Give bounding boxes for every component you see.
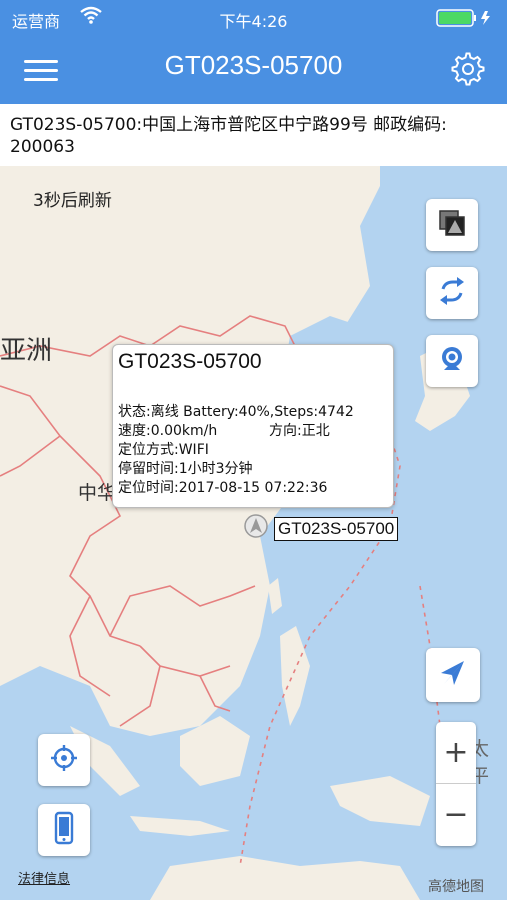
legal-info-link[interactable]: 法律信息 [18, 868, 70, 887]
gear-icon[interactable] [451, 52, 485, 90]
locate-time-line: 定位时间:2017-08-15 07:22:36 [118, 480, 328, 496]
direction-line: 方向:正北 [269, 423, 330, 439]
stay-time-line: 停留时间:1小时3分钟 [118, 461, 253, 477]
layers-icon [437, 208, 467, 242]
status-bar: 运营商 下午4:26 [0, 0, 507, 36]
speed-line: 速度:0.00km/h [118, 423, 218, 439]
zoom-out-button[interactable]: − [436, 784, 476, 845]
crosshair-icon [49, 743, 79, 777]
nav-bar: GT023S-05700 [0, 36, 507, 104]
locate-method-line: 定位方式:WIFI [118, 442, 209, 458]
refresh-countdown: 3秒后刷新 [33, 191, 112, 211]
device-info-popup[interactable]: GT023S-05700 状态:离线 Battery:40%,Steps:474… [112, 344, 394, 508]
status-line: 状态:离线 Battery:40%,Steps:4742 [118, 404, 354, 420]
popup-title: GT023S-05700 [118, 350, 262, 373]
marker-label: GT023S-05700 [274, 517, 399, 541]
refresh-button[interactable] [426, 267, 478, 319]
address-text: GT023S-05700:中国上海市普陀区中宁路99号 邮政编码: 200063 [0, 104, 507, 166]
camera-button[interactable] [426, 335, 478, 387]
locate-me-button[interactable] [38, 734, 90, 786]
refresh-icon [437, 276, 467, 310]
map-view[interactable]: 亚洲 中华人民共和国 太平 3秒后刷新 [0, 166, 507, 900]
asia-label: 亚洲 [0, 336, 53, 366]
zoom-in-button[interactable]: + [436, 722, 476, 783]
navigation-arrow-icon [438, 658, 468, 692]
map-attribution: 高德地图 [428, 879, 484, 895]
device-marker-icon[interactable] [243, 513, 269, 543]
phone-location-button[interactable] [38, 804, 90, 856]
status-time: 下午4:26 [219, 12, 288, 31]
zoom-control: + − [436, 722, 476, 846]
camera-icon [437, 344, 467, 378]
map-layer-button[interactable] [426, 199, 478, 251]
phone-icon [49, 811, 79, 849]
battery-icon [435, 8, 495, 32]
navigate-button[interactable] [426, 648, 480, 702]
page-title: GT023S-05700 [164, 50, 343, 80]
